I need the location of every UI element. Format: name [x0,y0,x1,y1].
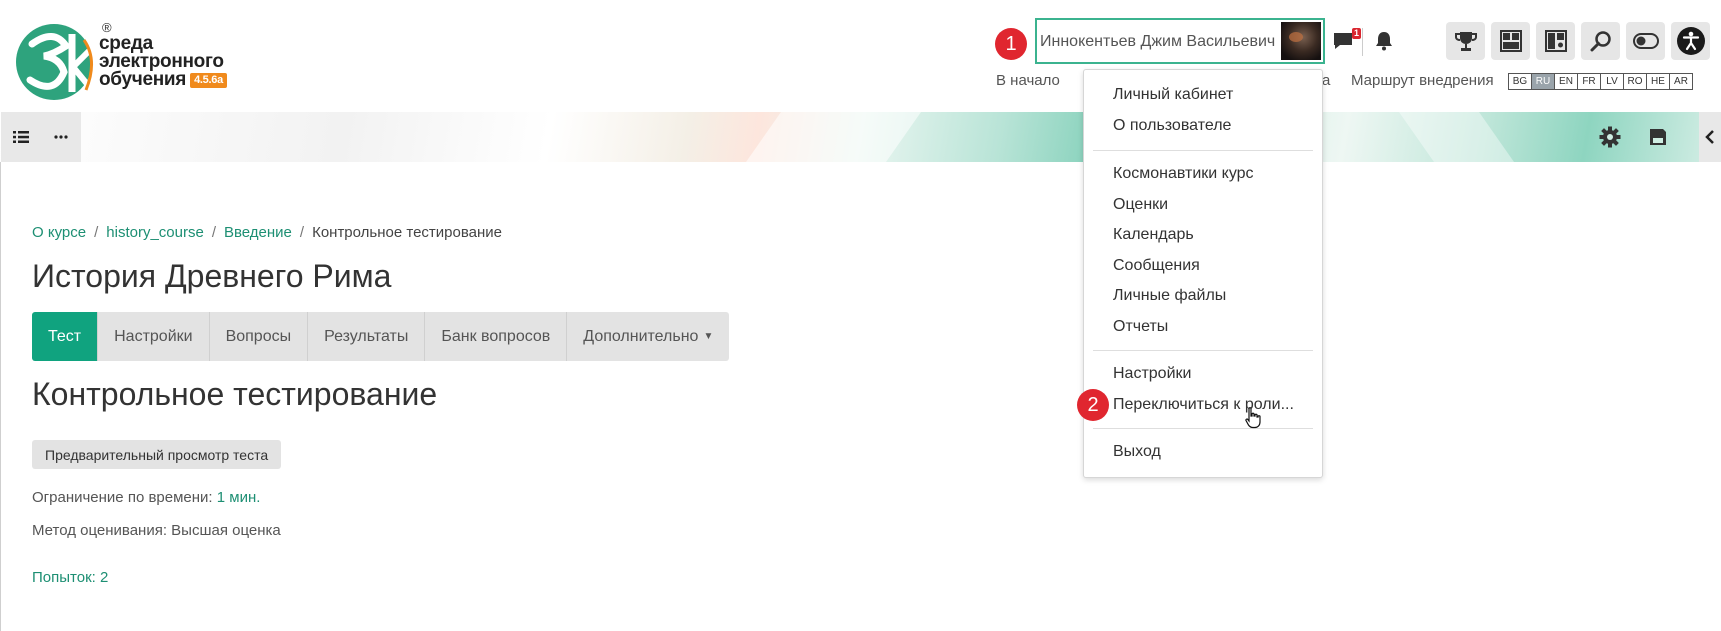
drawer-toggle-button[interactable] [1699,112,1721,162]
menu-item-reports[interactable]: Отчеты [1113,318,1168,336]
step-badge-2: 2 [1077,389,1109,421]
breadcrumb-separator: / [299,224,305,241]
course-index-button[interactable] [1,112,41,162]
preview-quiz-button[interactable]: Предварительный просмотр теста [32,440,282,469]
layout-button[interactable] [1536,22,1575,60]
banner-decoration [1391,112,1529,162]
header-divider [1362,28,1363,56]
tab-quiz[interactable]: Тест [32,312,99,361]
toggle-icon [1632,33,1659,49]
menu-divider [1093,428,1313,429]
chevron-down-icon: ▼ [703,331,714,342]
grading-method-info: Метод оценивания: Высшая оценка [32,522,281,539]
dashboard-button[interactable] [1491,22,1530,60]
user-menu-dropdown: Личный кабинет О пользователе Космонавти… [1083,69,1323,478]
achievements-button[interactable] [1446,22,1485,60]
time-limit-value: 1 мин. [216,489,261,506]
breadcrumb-separator: / [94,224,99,241]
logo-line-3-text: обучения [99,69,187,90]
menu-item-dashboard[interactable]: Личный кабинет [1113,86,1233,104]
menu-item-profile[interactable]: О пользователе [1113,117,1231,135]
language-switcher: BG RU EN FR LV RO HE AR [1508,73,1693,90]
accessibility-button[interactable] [1671,22,1710,60]
step-badge-1: 1 [995,28,1027,60]
menu-item-course[interactable]: Космонавтики курс [1113,165,1254,183]
banner-decoration [731,112,929,162]
attempts-link[interactable]: Попыток: 2 [32,569,108,586]
menu-item-grades[interactable]: Оценки [1113,196,1168,214]
logo-mark-icon [16,24,95,100]
lang-bg[interactable]: BG [1508,73,1532,90]
lang-ro[interactable]: RO [1623,73,1647,90]
user-menu-toggle[interactable]: Иннокентьев Джим Васильевич [1035,18,1325,64]
nav-home-link[interactable]: В начало [996,72,1060,89]
breadcrumb-separator: / [211,224,216,241]
breadcrumb-link-section[interactable]: Введение [224,224,292,241]
menu-item-messages[interactable]: Сообщения [1113,257,1200,275]
gear-icon [1599,126,1621,148]
tab-question-bank[interactable]: Банк вопросов [425,312,568,361]
menu-item-preferences[interactable]: Настройки [1113,365,1191,383]
lang-en[interactable]: EN [1554,73,1578,90]
tab-settings[interactable]: Настройки [98,312,210,361]
time-limit-label: Ограничение по времени: [32,489,213,506]
more-icon [54,135,68,139]
chevron-left-icon [1705,130,1714,144]
breadcrumb-current: Контрольное тестирование [312,224,502,241]
more-actions-button[interactable] [41,112,81,162]
nav-route-link[interactable]: Маршрут внедрения [1351,72,1494,89]
hand-cursor-icon [1245,407,1261,429]
menu-item-calendar[interactable]: Календарь [1113,226,1194,244]
lang-ar[interactable]: AR [1669,73,1693,90]
search-button[interactable] [1581,22,1620,60]
dashboard-icon [1499,30,1522,52]
time-limit-info: Ограничение по времени: 1 мин. [32,489,260,506]
nav-hidden-link-fragment[interactable]: а [1322,72,1330,89]
chat-icon [1334,33,1352,49]
logo-text: среда электронного обучения 4.5.6a [99,34,227,90]
save-icon [1650,129,1666,145]
lang-fr[interactable]: FR [1577,73,1601,90]
layout-icon [1544,30,1567,52]
theme-toggle-button[interactable] [1626,22,1665,60]
lang-ru[interactable]: RU [1531,73,1555,90]
menu-divider [1093,150,1313,151]
menu-item-switch-role[interactable]: Переключиться к роли... [1113,396,1294,414]
tab-results[interactable]: Результаты [308,312,426,361]
tab-questions[interactable]: Вопросы [209,312,309,361]
breadcrumb: О курсе / history_course / Введение / Контроль… [32,224,502,241]
avatar [1281,22,1321,60]
accessibility-icon [1676,27,1705,55]
quiz-title: Контрольное тестирование [32,376,438,412]
breadcrumb-link-course-info[interactable]: О курсе [32,224,86,241]
lang-lv[interactable]: LV [1600,73,1624,90]
tab-more-label: Дополнительно [583,327,699,345]
menu-item-private-files[interactable]: Личные файлы [1113,287,1226,305]
course-settings-button[interactable] [1597,124,1623,150]
bell-icon [1376,32,1392,51]
lang-he[interactable]: HE [1646,73,1670,90]
notifications-button[interactable] [1369,24,1399,58]
search-icon [1590,31,1611,52]
version-badge: 4.5.6a [190,73,227,88]
list-icon [13,131,29,143]
menu-divider [1093,350,1313,351]
messages-count-badge: 1 [1351,28,1361,39]
course-banner [0,112,1721,162]
logo-line-3: обучения 4.5.6a [99,69,227,90]
save-button[interactable] [1645,124,1671,150]
breadcrumb-link-course[interactable]: history_course [106,224,204,241]
messages-button[interactable]: 1 [1328,24,1361,58]
quiz-tabs: Тест Настройки Вопросы Результаты Банк в… [32,312,730,361]
page-title: История Древнего Рима [32,258,392,294]
trophy-icon [1454,32,1477,51]
user-name: Иннокентьев Джим Васильевич [1040,33,1276,50]
menu-item-logout[interactable]: Выход [1113,443,1161,461]
site-logo[interactable]: ® среда электронного обучения 4.5.6a [14,20,234,104]
site-header: ® среда электронного обучения 4.5.6a 1 Ин… [0,0,1721,112]
tab-more[interactable]: Дополнительно ▼ [567,312,730,361]
